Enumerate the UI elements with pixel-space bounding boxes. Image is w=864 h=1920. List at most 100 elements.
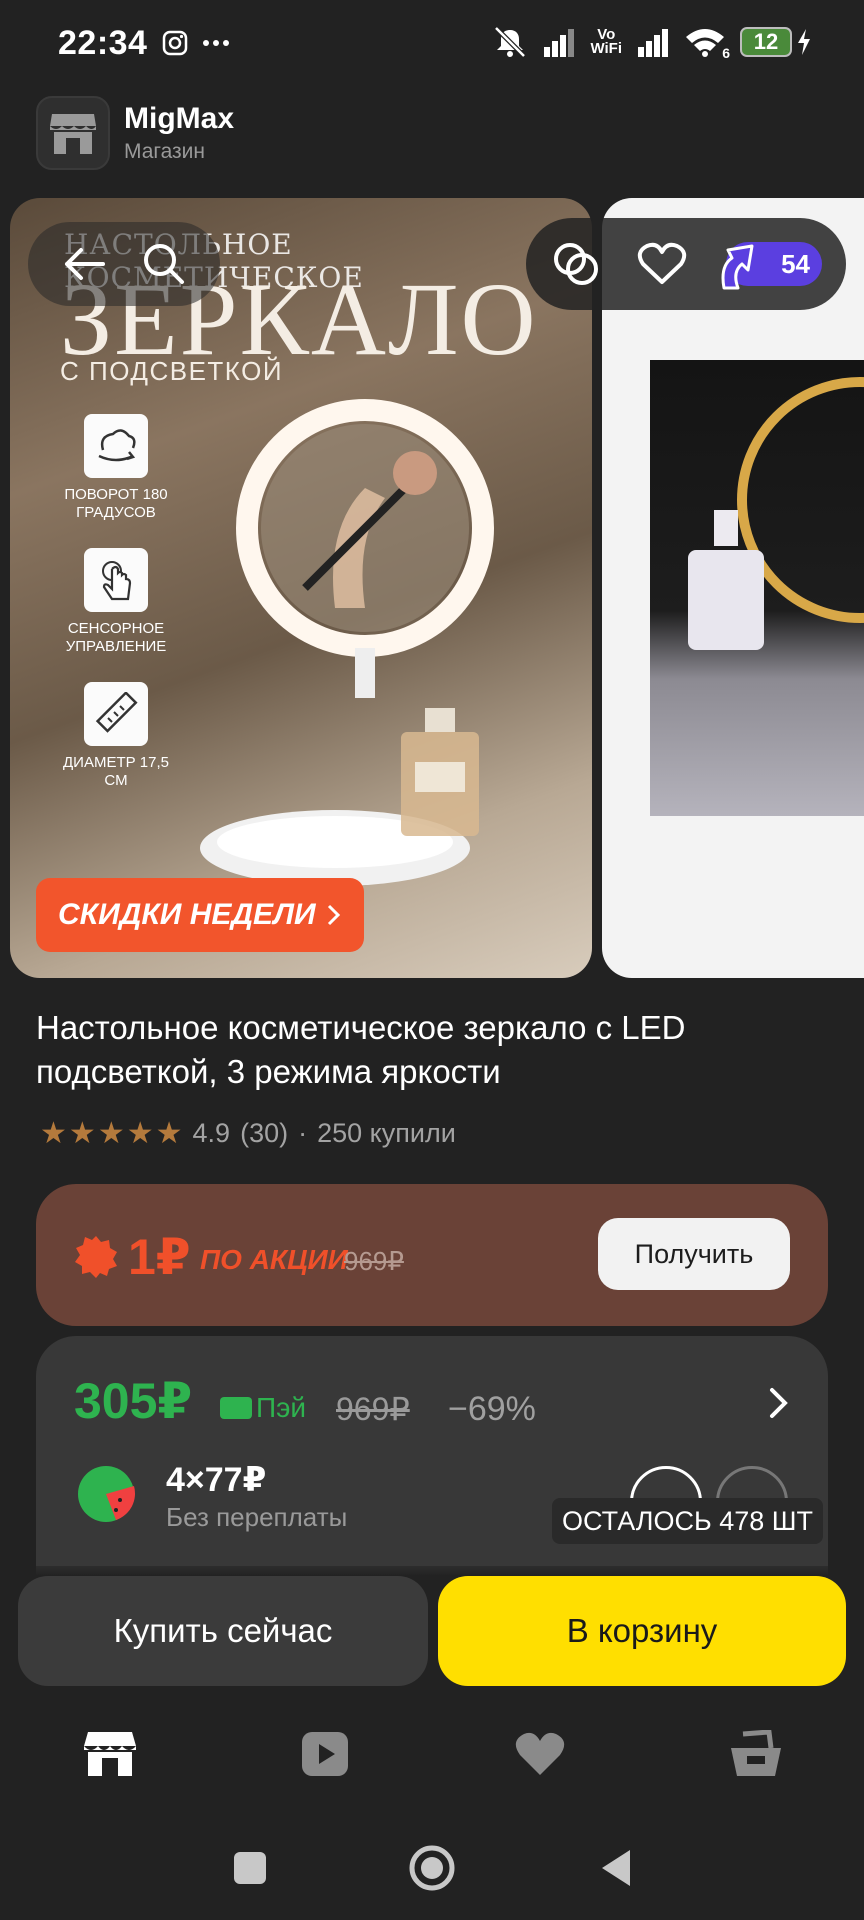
home-circle-icon <box>409 1845 455 1891</box>
stock-tooltip: ОСТАЛОСЬ 478 ШТ <box>552 1498 824 1544</box>
feature-rotate: ПОВОРОТ 180 ГРАДУСОВ <box>56 414 176 522</box>
store-icon <box>84 1732 136 1776</box>
price-old: 969₽ <box>336 1391 410 1427</box>
rating-row[interactable]: ★ ★ ★ ★ ★ 4.9 (30) · 250 купили <box>40 1116 456 1151</box>
store-info: MigMax Магазин <box>124 102 234 164</box>
signal-icon <box>544 29 575 57</box>
cashback-value: 54 <box>781 248 810 279</box>
store-subtitle: Магазин <box>124 140 206 163</box>
status-right-icons: Vo WiFi 6 12 <box>492 26 812 61</box>
promo-badge-icon <box>75 1236 117 1278</box>
heart-icon <box>637 242 687 284</box>
heart-icon <box>515 1732 565 1775</box>
add-to-cart-button[interactable]: В корзину <box>438 1576 846 1686</box>
star-icon: ★ <box>126 1117 154 1150</box>
rating-stars: ★ ★ ★ ★ ★ <box>40 1116 183 1151</box>
card-icon <box>220 1397 252 1419</box>
store-name: MigMax <box>124 102 235 135</box>
mute-icon <box>494 26 527 58</box>
back-nav-button[interactable] <box>588 1840 644 1896</box>
store-logo <box>36 96 110 170</box>
installment-amount: 4×77₽ <box>166 1461 267 1499</box>
search-button[interactable] <box>134 234 194 294</box>
get-button[interactable]: Получить <box>598 1218 790 1290</box>
installment-watermelon-icon <box>78 1466 136 1522</box>
store-header[interactable]: MigMax Магазин <box>36 96 234 170</box>
wifi-label: 6 <box>722 45 730 61</box>
star-icon: ★ <box>97 1117 125 1150</box>
nav-favorites[interactable] <box>510 1724 570 1784</box>
feature-touch: СЕНСОРНОЕ УПРАВЛЕНИЕ <box>56 548 176 656</box>
mirror-illustration <box>236 399 494 698</box>
nav-cart[interactable] <box>726 1724 786 1784</box>
installment-note: Без переплаты <box>166 1502 348 1532</box>
search-icon <box>144 244 184 284</box>
promo-old-price: 969₽ <box>344 1246 404 1276</box>
more-dots-icon <box>203 40 229 46</box>
status-left-icons <box>162 30 230 56</box>
bottle-icon <box>688 510 764 650</box>
promo-card[interactable]: 1₽ ПО АКЦИИ 969₽ Получить <box>36 1184 828 1326</box>
star-icon: ★ <box>155 1117 183 1150</box>
battery-level: 12 <box>740 27 792 57</box>
back-button[interactable] <box>54 234 114 294</box>
second-image-content <box>650 360 864 816</box>
buy-now-button[interactable]: Купить сейчас <box>18 1576 428 1686</box>
rotate-icon <box>84 414 148 478</box>
pay-badge: Пэй <box>220 1392 306 1424</box>
back-triangle-icon <box>602 1850 630 1886</box>
instagram-icon <box>162 30 188 56</box>
status-time: 22:34 <box>58 24 148 62</box>
chevron-right-icon[interactable] <box>768 1386 790 1420</box>
touch-icon <box>84 548 148 612</box>
weekly-discounts-badge[interactable]: СКИДКИ НЕДЕЛИ <box>36 878 364 952</box>
square-icon <box>234 1852 266 1884</box>
feature-rotate-text: ПОВОРОТ 180 ГРАДУСОВ <box>64 486 168 521</box>
bottom-nav <box>0 1710 864 1800</box>
charging-icon <box>798 29 810 55</box>
price-discount: −69% <box>448 1390 536 1428</box>
vowifi-icon: Vo WiFi <box>590 27 622 57</box>
wifi-icon: 6 <box>684 27 730 61</box>
status-bar: 22:34 Vo WiFi 6 12 <box>0 0 864 96</box>
favorite-button[interactable] <box>632 234 692 294</box>
promo-price: 1₽ <box>128 1229 191 1285</box>
signal-icon <box>638 29 668 57</box>
compare-icon <box>554 243 598 285</box>
recent-apps-button[interactable] <box>222 1840 278 1896</box>
product-gallery[interactable]: НАСТОЛЬНОЕ КОСМЕТИЧЕСКОЕ ЗЕРКАЛО С ПОДСВ… <box>0 198 864 978</box>
nav-video[interactable] <box>295 1724 355 1784</box>
store-icon <box>50 114 96 154</box>
bought-count: 250 купили <box>317 1118 456 1148</box>
system-nav-bar <box>0 1820 864 1920</box>
pay-label: Пэй <box>256 1392 307 1423</box>
card-fade <box>36 1556 828 1576</box>
product-image-second[interactable] <box>602 198 864 978</box>
arrow-left-icon <box>65 248 105 280</box>
feature-diameter-text: ДИАМЕТР 17,5 СМ <box>63 754 169 789</box>
ruler-icon <box>84 682 148 746</box>
price-current: 305₽ <box>74 1373 193 1429</box>
battery-icon: 12 <box>740 27 812 57</box>
review-count: (30) <box>240 1118 289 1148</box>
cart-basket-icon <box>731 1730 781 1776</box>
rating-value: 4.9 <box>192 1118 231 1148</box>
toolbar-right: 54 <box>526 218 846 310</box>
weekly-discounts-label: СКИДКИ НЕДЕЛИ <box>58 898 316 931</box>
compare-button[interactable] <box>546 234 606 294</box>
toolbar-left <box>28 222 220 306</box>
feature-diameter: ДИАМЕТР 17,5 СМ <box>56 682 176 790</box>
promo-label: ПО АКЦИИ <box>200 1244 348 1275</box>
perfume-bottle <box>401 708 479 836</box>
vowifi-bottom: WiFi <box>590 40 622 57</box>
play-video-icon <box>302 1732 348 1776</box>
product-title: Настольное косметическое зеркало с LED п… <box>36 1009 686 1090</box>
nav-store[interactable] <box>80 1724 140 1784</box>
feature-touch-text: СЕНСОРНОЕ УПРАВЛЕНИЕ <box>65 620 167 655</box>
product-image-main[interactable]: НАСТОЛЬНОЕ КОСМЕТИЧЕСКОЕ ЗЕРКАЛО С ПОДСВ… <box>10 198 592 978</box>
separator: · <box>298 1118 308 1148</box>
chevron-right-icon <box>327 904 340 926</box>
home-button[interactable] <box>404 1840 460 1896</box>
star-icon: ★ <box>40 1117 67 1150</box>
star-icon: ★ <box>68 1117 96 1150</box>
